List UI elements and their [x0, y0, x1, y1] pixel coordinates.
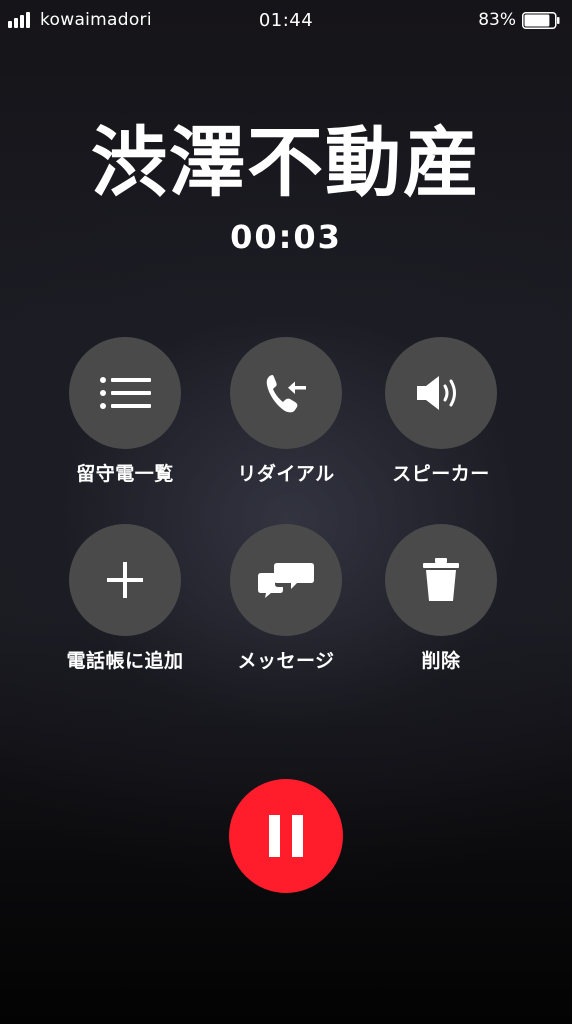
- delete-label: 削除: [421, 650, 461, 672]
- message-button[interactable]: メッセージ: [206, 524, 366, 684]
- message-circle[interactable]: [230, 524, 342, 636]
- call-duration: 00:03: [230, 218, 342, 256]
- voicemail-list-button[interactable]: 留守電一覧: [45, 337, 205, 497]
- plus-icon: [107, 562, 143, 598]
- call-screen: kowaimadori 01:44 83% 渋澤不動産 00:03 留守電一覧: [0, 0, 572, 1024]
- trash-icon: [423, 558, 459, 601]
- redial-label: リダイアル: [237, 463, 335, 485]
- redial-icon: [266, 375, 306, 413]
- speaker-circle[interactable]: [385, 337, 497, 449]
- message-bubbles-icon: [258, 563, 314, 598]
- pause-button[interactable]: [229, 779, 343, 893]
- message-label: メッセージ: [237, 650, 335, 672]
- redial-button[interactable]: リダイアル: [206, 337, 366, 497]
- caller-name: 渋澤不動産: [91, 118, 481, 207]
- battery-fill: [524, 14, 550, 27]
- voicemail-list-circle[interactable]: [69, 337, 181, 449]
- speaker-button[interactable]: スピーカー: [361, 337, 521, 497]
- speaker-icon: [417, 376, 456, 410]
- pause-icon: [269, 815, 303, 857]
- add-contact-button[interactable]: 電話帳に追加: [45, 524, 205, 684]
- status-bar: kowaimadori 01:44 83%: [0, 0, 572, 44]
- redial-circle[interactable]: [230, 337, 342, 449]
- battery-icon: [522, 12, 560, 29]
- add-contact-circle[interactable]: [69, 524, 181, 636]
- battery-percent: 83%: [478, 10, 516, 30]
- voicemail-list-icon: [100, 377, 151, 409]
- voicemail-list-label: 留守電一覧: [76, 463, 174, 485]
- speaker-label: スピーカー: [392, 463, 490, 485]
- add-contact-label: 電話帳に追加: [66, 650, 184, 672]
- delete-button[interactable]: 削除: [361, 524, 521, 684]
- delete-circle[interactable]: [385, 524, 497, 636]
